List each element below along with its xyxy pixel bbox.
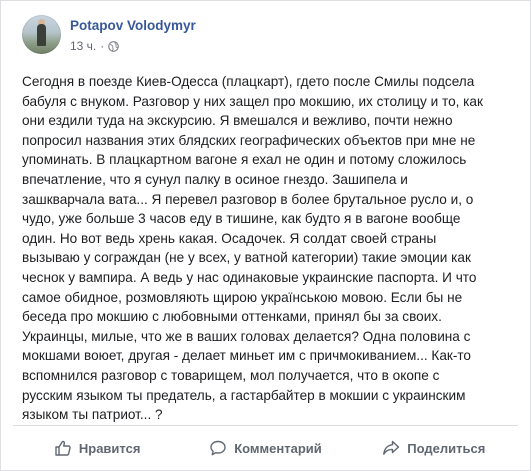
share-button[interactable]: Поделиться	[350, 431, 518, 465]
post-timestamp[interactable]: 13 ч.	[70, 39, 96, 53]
post-text-line: Сегодня в поезде Киев-Одесса (плацкарт),…	[22, 74, 475, 89]
meta-separator: ·	[100, 39, 105, 53]
thumbs-up-icon	[55, 440, 71, 456]
like-label: Нравится	[78, 440, 141, 456]
post-text-line: один. Но вот ведь хрень какая. Осадочек.…	[22, 230, 437, 246]
post-text-line: упоминать. В плацкартном вагоне я ехал н…	[22, 152, 467, 168]
comment-label: Комментарий	[234, 440, 322, 456]
comment-icon	[210, 440, 226, 456]
post-text-line: зашкварчала вата... Я перевел разговор в…	[22, 191, 474, 207]
post-text-line: вызываю у сограждан (не у всех, у ватной…	[22, 250, 471, 266]
like-button[interactable]: Нравится	[13, 431, 181, 465]
post-text-line: самое обидное, розмовляють щирою українс…	[22, 289, 463, 305]
post-text-line: чеснок у вампира. А ведь у нас одинаковы…	[22, 269, 477, 285]
post-actions-bar: Нравится Комментарий Поделиться	[13, 426, 518, 470]
post-text-line: вспомнился разговор с товарищем, мол пол…	[22, 367, 440, 383]
post-text-line: Украинцы, милые, что же в ваших головах …	[22, 328, 471, 344]
author-name[interactable]: Potapov Volodymyr	[70, 18, 196, 33]
post-text-line: бабуля с внуком. Разговор у них защел пр…	[22, 93, 483, 109]
avatar-figure-shape	[37, 24, 46, 46]
post-text-line: попросил названия этих блядских географи…	[22, 132, 476, 148]
post-text-line: языком ты патриот... ?	[22, 407, 163, 423]
share-label: Поделиться	[407, 440, 486, 456]
post-text-line: мокшами воюет, другая - делает миньет им…	[22, 348, 471, 364]
post-meta: 13 ч. ·	[70, 39, 120, 53]
post-text-line: впечатление, что я сунул палку в осиное …	[22, 171, 408, 187]
post-text-line: чудо, уже больше 3 часов еду в тишине, к…	[22, 211, 461, 227]
globe-icon[interactable]	[108, 40, 120, 52]
comment-button[interactable]: Комментарий	[181, 431, 349, 465]
post-text-line: они ездили туда на экскурсию. Я вмешался…	[22, 113, 453, 129]
post-text-line: русским языком ты предатель, а гастарбай…	[22, 387, 466, 403]
post-header: Potapov Volodymyr 13 ч. ·	[22, 15, 502, 59]
avatar[interactable]	[22, 15, 61, 54]
post-body: Сегодня в поезде Киев-Одесса (плацкарт),…	[22, 72, 510, 425]
share-icon	[383, 440, 400, 455]
facebook-post: Potapov Volodymyr 13 ч. · Сегодня в поез…	[0, 0, 531, 471]
post-text-line: беседа про мокшию с любовными оттенками,…	[22, 309, 442, 325]
